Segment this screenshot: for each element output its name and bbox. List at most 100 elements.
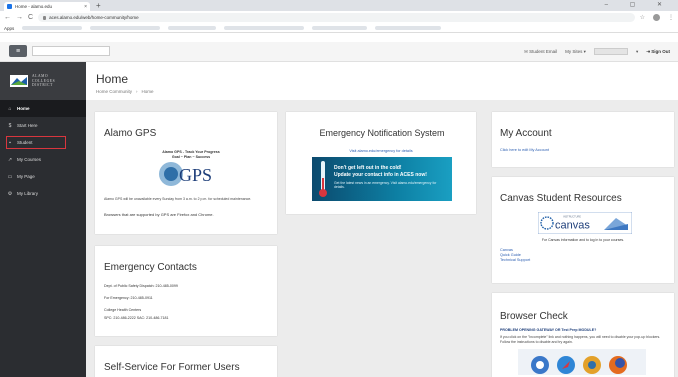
gps-maintenance-note: Alamo GPS will be unavailable every Sund… (104, 197, 252, 201)
page-icon: ▭ (7, 173, 13, 180)
browser-check-warning: PROBLEM OPENING GATEWAY OR Test Prep MOD… (500, 328, 597, 332)
browser-tab-bar: Home - alamo.edu × + – ▢ ✕ (0, 0, 678, 11)
ens-banner[interactable]: Don't get left out in the cold! Update y… (312, 157, 452, 201)
bookmarks-bar: Apps (0, 24, 678, 33)
sidebar-item-student[interactable]: ▪ Student (4, 134, 68, 151)
sidebar-item-my-library[interactable]: ⚙ My Library (0, 185, 86, 202)
breadcrumb-item[interactable]: Home (142, 89, 154, 94)
sign-out-link[interactable]: ⇥ Sign Out (646, 49, 670, 55)
browser-check-description: If you click on the "Incomplete" link an… (500, 335, 661, 344)
sidebar-item-label: My Page (17, 174, 35, 179)
sidebar-item-my-courses[interactable]: ↗ My Courses (0, 151, 86, 168)
card-title: Self-Service For Former Users (104, 362, 240, 373)
sidebar-item-label: Student (17, 140, 33, 145)
bookmark-item[interactable] (22, 26, 83, 30)
content-area: Alamo GPS Alamo GPS - Track Your Progres… (86, 100, 678, 377)
thermometer-icon (319, 161, 327, 197)
student-email-link[interactable]: ✉ Student Email (524, 49, 557, 55)
sidebar-item-label: Start Here (17, 123, 38, 128)
browser-tab[interactable]: Home - alamo.edu × (4, 2, 90, 11)
card-title: Emergency Notification System (319, 128, 445, 138)
self-service-card: Self-Service For Former Users (95, 346, 277, 377)
sidebar-item-home[interactable]: ⌂ Home (0, 100, 86, 117)
lock-icon (43, 15, 47, 20)
card-title: Alamo GPS (104, 128, 157, 139)
user-dropdown[interactable] (593, 48, 628, 55)
sidebar-item-start-here[interactable]: $ Start Here (0, 117, 86, 134)
bookmark-item[interactable] (168, 26, 217, 30)
reload-button[interactable]: C (28, 14, 33, 21)
banner-body: Get the latest news in an emergency. Vis… (334, 181, 437, 189)
logo-text-line: DISTRICT (32, 83, 53, 88)
library-icon: ⚙ (7, 190, 13, 197)
sidebar-item-label: Home (17, 106, 30, 111)
emergency-notification-card: Emergency Notification System Visit alam… (286, 112, 476, 214)
card-title: My Account (500, 128, 552, 139)
my-sites-menu[interactable]: My Sites ▾ (565, 49, 586, 55)
bookmark-star-icon[interactable]: ☆ (640, 14, 645, 21)
student-icon: ▪ (9, 139, 11, 146)
arrow-icon: ↗ (7, 156, 13, 163)
page-header: Home Home Community › Home (96, 72, 154, 94)
profile-avatar[interactable] (653, 14, 660, 21)
sidebar-nav: ⌂ Home $ Start Here ▪ Student ↗ My Cours… (0, 100, 86, 202)
search-input[interactable] (32, 46, 110, 56)
card-title: Canvas Student Resources (500, 193, 622, 204)
contact-line: College Health Centers (104, 308, 142, 312)
canvas-resources-card: Canvas Student Resources INSTRUCTURE can… (492, 177, 674, 283)
gps-logo-icon[interactable]: GPS (157, 160, 219, 188)
browser-icons[interactable] (518, 349, 646, 375)
alamo-colleges-logo[interactable]: ALAMO COLLEGES DISTRICT (0, 62, 86, 100)
sidebar-item-label: My Library (17, 191, 39, 196)
menu-toggle-button[interactable]: ≡ (9, 45, 27, 57)
back-button[interactable]: ← (4, 14, 11, 21)
sidebar: ALAMO COLLEGES DISTRICT ⌂ Home $ Start H… (0, 62, 86, 377)
browser-check-card: Browser Check PROBLEM OPENING GATEWAY OR… (492, 293, 674, 377)
breadcrumb: Home Community › Home (96, 89, 154, 94)
apps-bookmark[interactable]: Apps (4, 26, 14, 31)
sidebar-item-label: My Courses (17, 157, 42, 162)
portal-header: ≡ ✉ Student Email My Sites ▾ ▾ ⇥ Sign Ou… (0, 42, 678, 62)
technical-support-link[interactable]: Technical Support (500, 258, 530, 263)
gps-browsers-note: Browsers that are supported by GPS are F… (104, 212, 214, 217)
contact-line: SPC: 210-486-2222 SAC: 210-486-7181 (104, 316, 169, 320)
user-dropdown-caret-icon[interactable]: ▾ (636, 49, 638, 55)
card-title: Browser Check (500, 311, 568, 322)
canvas-logo-icon[interactable]: INSTRUCTURE canvas (538, 212, 632, 234)
alamo-gps-card: Alamo GPS Alamo GPS - Track Your Progres… (95, 112, 277, 234)
dollar-icon: $ (8, 122, 12, 129)
bookmark-item[interactable] (312, 26, 368, 30)
contact-line: For Emergency: 210-485-0911 (104, 296, 153, 300)
canvas-info: For Canvas information and to log in to … (541, 238, 625, 242)
canvas-links: Canvas Quick Guide Technical Support (500, 248, 530, 263)
svg-text:canvas: canvas (555, 220, 590, 232)
bookmark-item[interactable] (90, 26, 161, 30)
window-controls[interactable]: – ▢ ✕ (605, 1, 672, 8)
home-icon: ⌂ (8, 105, 12, 112)
tab-close-icon[interactable]: × (84, 4, 87, 10)
breadcrumb-item[interactable]: Home Community (96, 89, 132, 94)
address-bar[interactable]: aces.alamo.edu/web/home-community/home (38, 13, 635, 22)
breadcrumb-separator: › (136, 89, 138, 94)
kebab-menu-icon[interactable]: ⋮ (668, 14, 674, 21)
sign-out-icon: ⇥ (646, 48, 650, 54)
sidebar-item-my-page[interactable]: ▭ My Page (0, 168, 86, 185)
edit-account-link[interactable]: Click here to edit My Account (500, 148, 549, 153)
bookmark-item[interactable] (224, 26, 305, 30)
emergency-contacts-card: Emergency Contacts Dept. of Public Safet… (95, 246, 277, 336)
ens-visit-link[interactable]: Visit alamo.edu/emergency for details (286, 149, 476, 153)
favicon-icon (7, 4, 12, 9)
bookmark-item[interactable] (375, 26, 442, 30)
url-text: aces.alamo.edu/web/home-community/home (49, 15, 139, 20)
my-account-card: My Account Click here to edit My Account (492, 112, 674, 167)
forward-button[interactable]: → (16, 14, 23, 21)
new-tab-button[interactable]: + (96, 1, 101, 10)
banner-subheadline: Update your contact info in ACES now! (334, 172, 427, 178)
banner-headline: Don't get left out in the cold! (334, 165, 402, 171)
contact-line: Dept. of Public Safety Dispatch: 210-485… (104, 284, 178, 288)
browser-toolbar: ← → C aces.alamo.edu/web/home-community/… (0, 11, 678, 24)
svg-text:INSTRUCTURE: INSTRUCTURE (563, 216, 581, 219)
page-title: Home (96, 72, 129, 86)
card-title: Emergency Contacts (104, 262, 197, 273)
gps-tagline: Alamo GPS - Track Your Progress Goal ~ P… (162, 150, 220, 159)
